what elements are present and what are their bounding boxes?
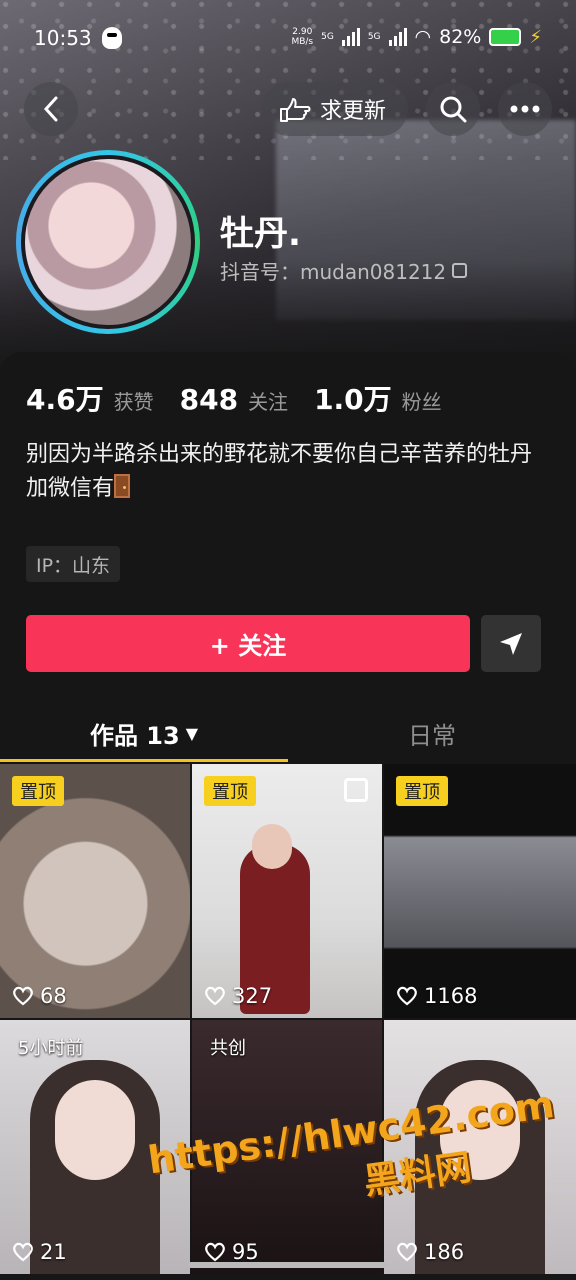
co-create-badge: 共创 — [210, 1038, 246, 1059]
follow-button[interactable]: + 关注 — [26, 615, 470, 672]
multi-image-icon — [344, 778, 368, 802]
profile-stats: 4.6万 获赞 848 关注 1.0万 粉丝 — [26, 378, 442, 418]
video-thumbnail[interactable]: 置顶 327 — [192, 764, 382, 1018]
video-likes: 327 — [204, 984, 272, 1008]
back-button[interactable] — [24, 82, 78, 136]
heart-icon — [205, 986, 225, 1006]
heart-icon — [397, 986, 417, 1006]
battery-percent: 82% — [439, 26, 482, 48]
network-speed-value: 2.90 — [292, 27, 313, 37]
request-update-button[interactable]: 求更新 — [261, 82, 408, 136]
hand-icon — [279, 98, 311, 122]
request-update-label: 求更新 — [319, 99, 386, 124]
thumbnail-figure-face — [55, 1080, 135, 1180]
video-likes: 1168 — [396, 984, 477, 1008]
content-tabs: 作品 13 ▼ 日常 — [0, 704, 576, 762]
tab-daily-label: 日常 — [408, 721, 456, 750]
video-likes: 186 — [396, 1240, 464, 1264]
more-icon — [510, 105, 540, 113]
send-icon — [500, 632, 522, 655]
share-button[interactable] — [481, 615, 541, 672]
heart-icon — [205, 1242, 225, 1262]
status-time: 10:53 — [34, 26, 92, 50]
charging-icon: ⚡ — [529, 26, 542, 48]
profile-bio: 别因为半路杀出来的野花就不要你自己辛苦养的牡丹 加微信有 — [26, 438, 546, 506]
signal-icon — [341, 28, 360, 46]
battery-icon — [489, 28, 522, 46]
douyin-id-text: 抖音号：mudan081212 — [220, 260, 447, 284]
video-likes-count: 68 — [40, 984, 67, 1008]
video-likes: 95 — [204, 1240, 259, 1264]
back-icon — [43, 96, 58, 122]
bio-line-2-wrap: 加微信有 — [26, 472, 546, 506]
tab-works[interactable]: 作品 13 ▼ — [0, 704, 288, 762]
heart-icon — [13, 986, 33, 1006]
network-type-1: 5G — [321, 32, 334, 42]
stat-following-number: 848 — [179, 383, 239, 416]
video-thumbnail[interactable]: 置顶 68 — [0, 764, 190, 1018]
status-left: 10:53 — [34, 26, 122, 50]
door-emoji-icon — [114, 474, 131, 498]
stat-likes[interactable]: 4.6万 获赞 — [26, 378, 154, 418]
wifi-icon: ◠ — [414, 26, 432, 48]
search-icon — [440, 96, 467, 123]
time-badge: 5小时前 — [18, 1038, 84, 1059]
video-likes-count: 186 — [424, 1240, 465, 1264]
stat-likes-label: 获赞 — [113, 390, 154, 414]
home-indicator[interactable] — [188, 1262, 388, 1268]
heart-icon — [13, 1242, 33, 1262]
network-speed-unit: MB/s — [291, 37, 314, 47]
video-likes-count: 21 — [40, 1240, 67, 1264]
avatar[interactable] — [16, 150, 200, 334]
network-type-2: 5G — [367, 32, 381, 42]
status-right: 2.90 MB/s 5G 5G ◠ 82% ⚡ — [291, 26, 542, 48]
ip-location-tag: IP：山东 — [26, 546, 121, 582]
profile-name: 牡丹. — [220, 214, 301, 254]
video-thumbnail[interactable]: 置顶 1168 — [384, 764, 576, 1018]
search-button[interactable] — [426, 82, 480, 136]
stat-likes-number: 4.6万 — [26, 383, 104, 416]
pinned-badge: 置顶 — [396, 776, 448, 806]
status-bar: 10:53 2.90 MB/s 5G 5G ◠ 82% ⚡ — [0, 0, 576, 78]
avatar-image — [21, 155, 195, 329]
heart-icon — [397, 1242, 417, 1262]
bio-line-2: 加微信有 — [26, 476, 115, 501]
stat-followers-number: 1.0万 — [314, 383, 392, 416]
signal-icon — [388, 28, 407, 46]
more-button[interactable] — [498, 82, 552, 136]
top-nav: 求更新 — [24, 80, 552, 138]
video-likes-count: 327 — [232, 984, 273, 1008]
pinned-badge: 置顶 — [12, 776, 64, 806]
qq-icon — [101, 27, 122, 49]
douyin-id[interactable]: 抖音号：mudan081212 — [220, 256, 468, 285]
video-likes-count: 95 — [232, 1240, 259, 1264]
video-likes: 21 — [12, 1240, 67, 1264]
copy-icon[interactable] — [452, 263, 468, 278]
tab-works-label: 作品 13 — [89, 721, 180, 750]
stat-followers[interactable]: 1.0万 粉丝 — [314, 378, 442, 418]
tab-daily[interactable]: 日常 — [288, 704, 576, 762]
video-likes: 68 — [12, 984, 67, 1008]
bio-line-1: 别因为半路杀出来的野花就不要你自己辛苦养的牡丹 — [26, 442, 533, 467]
video-likes-count: 1168 — [424, 984, 478, 1008]
caret-down-icon: ▼ — [185, 723, 199, 743]
network-speed: 2.90 MB/s — [291, 27, 313, 47]
thumbnail-figure-head — [252, 824, 292, 869]
stat-following[interactable]: 848 关注 — [180, 383, 288, 416]
pinned-badge: 置顶 — [204, 776, 256, 806]
stat-following-label: 关注 — [248, 390, 289, 414]
stat-followers-label: 粉丝 — [401, 390, 442, 414]
